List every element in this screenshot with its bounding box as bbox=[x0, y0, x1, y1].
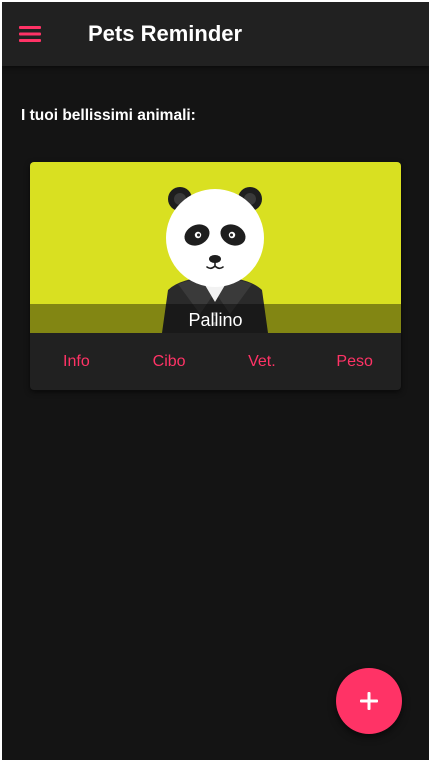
food-button[interactable]: Cibo bbox=[123, 333, 216, 390]
pet-card: Pallino Info Cibo Vet. Peso bbox=[30, 162, 401, 390]
app-bar: Pets Reminder bbox=[2, 2, 429, 66]
app-title: Pets Reminder bbox=[88, 21, 243, 46]
pet-card-actions: Info Cibo Vet. Peso bbox=[30, 333, 401, 390]
hamburger-menu-icon bbox=[19, 26, 41, 42]
menu-button[interactable] bbox=[14, 19, 46, 49]
add-pet-button[interactable] bbox=[336, 668, 402, 734]
plus-icon bbox=[360, 692, 378, 710]
app-screen: Pets Reminder I tuoi bellissimi animali: bbox=[2, 2, 429, 760]
weight-button[interactable]: Peso bbox=[308, 333, 401, 390]
pet-name: Pallino bbox=[188, 310, 243, 330]
section-heading: I tuoi bellissimi animali: bbox=[21, 107, 196, 124]
vet-button[interactable]: Vet. bbox=[216, 333, 309, 390]
info-button[interactable]: Info bbox=[30, 333, 123, 390]
